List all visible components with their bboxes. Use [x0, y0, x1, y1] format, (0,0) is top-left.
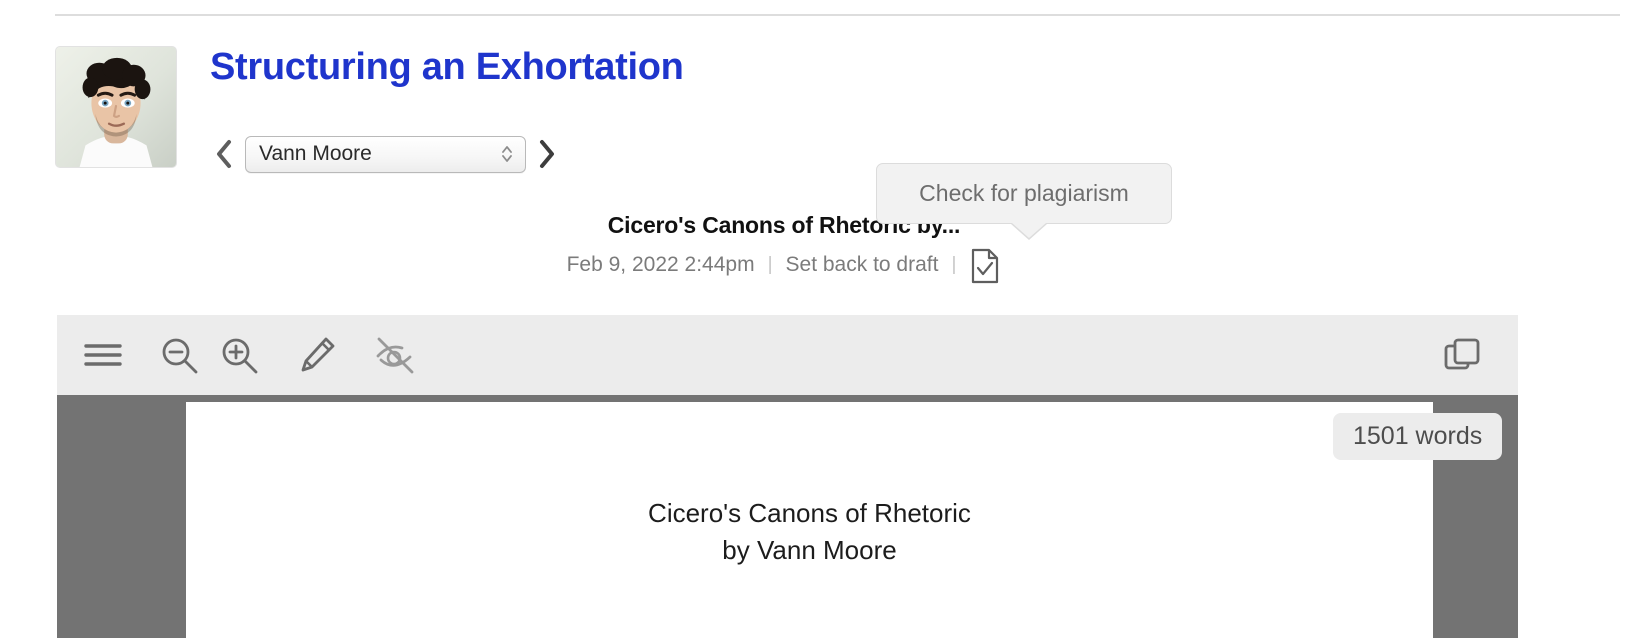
hide-annotations-button[interactable]	[365, 325, 425, 385]
chevron-left-icon	[217, 140, 231, 168]
zoom-out-button[interactable]	[149, 325, 209, 385]
word-count-text: 1501 words	[1353, 422, 1483, 450]
meta-separator-1: |	[767, 254, 773, 275]
page-title[interactable]: Structuring an Exhortation	[210, 46, 684, 89]
document-viewer: Cicero's Canons of Rhetoric by Vann Moor…	[57, 315, 1518, 638]
pencil-edit-icon	[301, 337, 335, 372]
student-select[interactable]: Vann Moore	[245, 135, 526, 173]
hamburger-menu-icon	[84, 344, 122, 366]
set-back-to-draft-link[interactable]: Set back to draft	[786, 250, 939, 280]
check-plagiarism-button[interactable]	[969, 247, 1001, 285]
viewer-canvas[interactable]: Cicero's Canons of Rhetoric by Vann Moor…	[57, 395, 1518, 638]
document-check-icon	[972, 248, 999, 284]
viewer-toolbar	[57, 315, 1518, 395]
student-select-value: Vann Moore	[259, 142, 372, 165]
zoom-in-icon	[222, 338, 258, 374]
next-student-button[interactable]	[534, 134, 560, 174]
submission-title: Cicero's Canons of Rhetoric by...	[607, 212, 961, 238]
tooltip-text: Check for plagiarism	[919, 180, 1129, 206]
meta-separator-2: |	[951, 254, 957, 275]
student-navigation: Vann Moore	[211, 134, 560, 174]
copy-duplicate-icon	[1444, 338, 1480, 370]
word-count-badge: 1501 words	[1333, 413, 1503, 460]
chevron-right-icon	[540, 140, 554, 168]
submission-timestamp: Feb 9, 2022 2:44pm	[566, 253, 755, 276]
zoom-out-icon	[162, 338, 198, 374]
chevron-updown-icon	[499, 141, 515, 167]
eye-slash-icon	[376, 337, 414, 374]
document-heading: Cicero's Canons of Rhetoric by Vann Moor…	[186, 495, 1433, 569]
document-page[interactable]: Cicero's Canons of Rhetoric by Vann Moor…	[186, 402, 1433, 638]
submission-meta: Cicero's Canons of Rhetoric by... Feb 9,…	[0, 208, 1568, 284]
submission-review-page: Structuring an Exhortation Vann Moore Ci…	[0, 0, 1628, 638]
annotate-button[interactable]	[287, 325, 347, 385]
submission-details: Feb 9, 2022 2:44pm | Set back to draft |	[0, 246, 1568, 284]
avatar-photo	[56, 47, 176, 167]
avatar[interactable]	[55, 46, 177, 168]
previous-student-button[interactable]	[211, 134, 237, 174]
plagiarism-tooltip: Check for plagiarism	[876, 163, 1172, 240]
duplicate-button[interactable]	[1432, 325, 1492, 385]
zoom-in-button[interactable]	[209, 325, 269, 385]
document-title-line: Cicero's Canons of Rhetoric	[648, 498, 971, 528]
document-author-line: by Vann Moore	[722, 535, 897, 565]
hamburger-menu-button[interactable]	[73, 325, 133, 385]
header-divider	[55, 14, 1620, 16]
